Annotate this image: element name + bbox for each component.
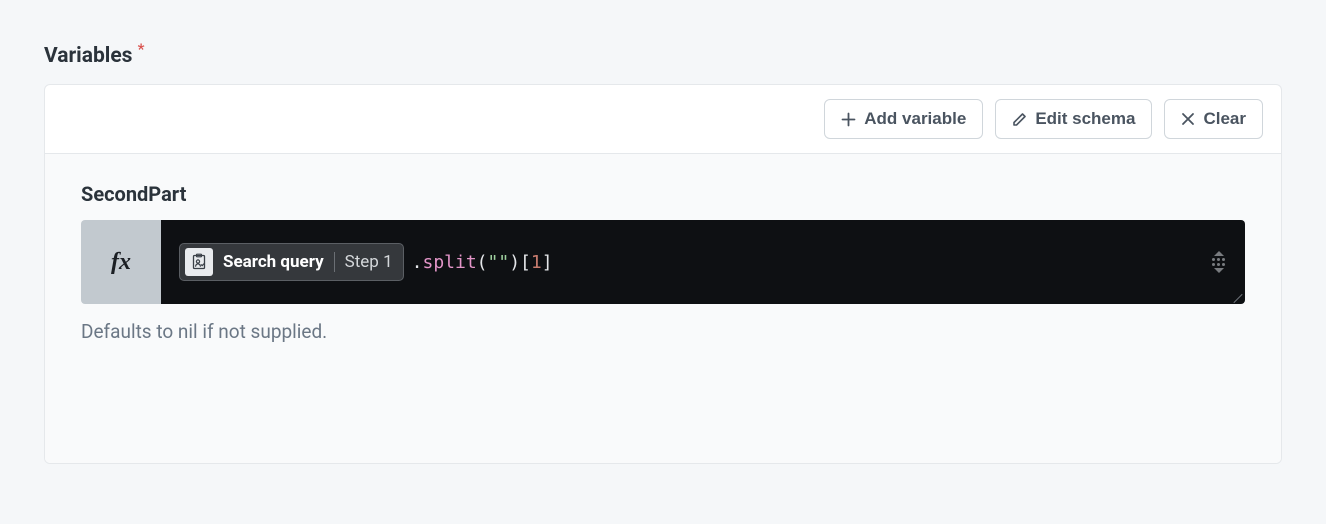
code-index: 1 xyxy=(531,252,542,273)
clear-button[interactable]: Clear xyxy=(1164,99,1263,139)
code-string-open: " xyxy=(488,252,499,273)
panel-body: SecondPart fx xyxy=(45,154,1281,463)
variable-name: SecondPart xyxy=(81,182,1245,206)
code-close-bracket: ] xyxy=(542,252,553,273)
add-variable-button[interactable]: Add variable xyxy=(824,99,983,139)
code-close-paren: ) xyxy=(509,252,520,273)
required-asterisk: * xyxy=(138,40,145,58)
code-dot: . xyxy=(412,252,423,273)
pill-divider xyxy=(334,252,335,272)
code-method: split xyxy=(422,252,476,273)
section-title: Variables * xyxy=(44,44,132,68)
datapill-label: Search query xyxy=(223,252,324,272)
add-variable-label: Add variable xyxy=(864,109,966,129)
fx-label: fx xyxy=(111,249,131,276)
code-open-bracket: [ xyxy=(520,252,531,273)
drag-handle-icon[interactable] xyxy=(1212,251,1225,273)
edit-schema-label: Edit schema xyxy=(1035,109,1135,129)
formula-mode-toggle[interactable]: fx xyxy=(81,220,161,304)
resize-handle-icon[interactable] xyxy=(1229,288,1243,302)
x-icon xyxy=(1181,112,1195,126)
pencil-icon xyxy=(1012,112,1027,127)
help-text: Defaults to nil if not supplied. xyxy=(81,320,1245,343)
formula-editor[interactable]: Search query Step 1 .split(" ")[1] xyxy=(161,220,1245,304)
datapill-search-query[interactable]: Search query Step 1 xyxy=(179,243,404,281)
plus-icon xyxy=(841,112,856,127)
section-title-text: Variables xyxy=(44,44,132,68)
formula-row: fx Search query xyxy=(81,220,1245,304)
toolbar: Add variable Edit schema Clear xyxy=(45,85,1281,154)
variables-panel: Add variable Edit schema Clear SecondPar… xyxy=(44,84,1282,464)
clipboard-user-icon xyxy=(185,248,213,276)
code-open-paren: ( xyxy=(477,252,488,273)
code-string-close: " xyxy=(498,252,509,273)
datapill-step: Step 1 xyxy=(345,252,393,272)
edit-schema-button[interactable]: Edit schema xyxy=(995,99,1152,139)
clear-label: Clear xyxy=(1203,109,1246,129)
